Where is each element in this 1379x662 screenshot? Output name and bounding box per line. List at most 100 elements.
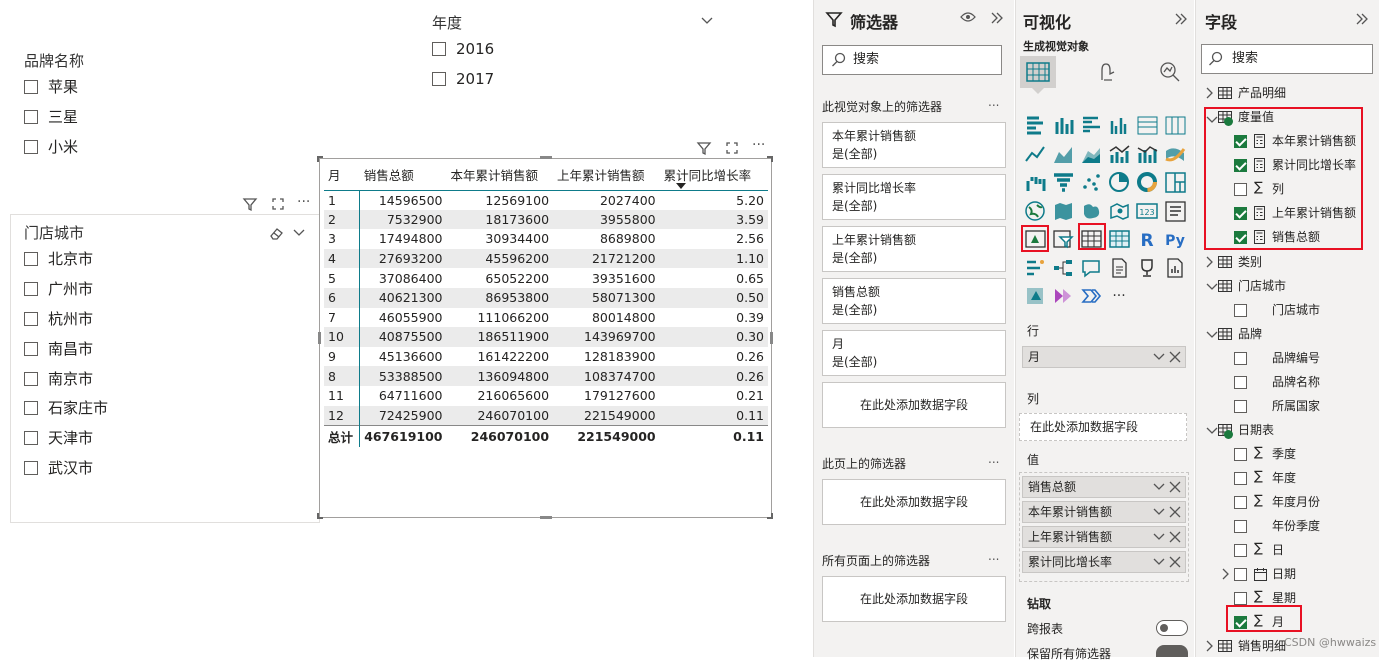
table-row[interactable]: 2 7532900 18173600 3955800 3.59: [324, 209, 768, 230]
chevron-right-icon[interactable]: [1206, 256, 1214, 268]
checkbox[interactable]: [24, 109, 38, 124]
filter-icon[interactable]: [242, 196, 258, 212]
field-checkbox[interactable]: [1234, 352, 1247, 365]
close-icon[interactable]: [1169, 556, 1181, 568]
table-row[interactable]: 7 46055900 111066200 80014800 0.39: [324, 307, 768, 328]
city-item-hangzhou[interactable]: 杭州市: [24, 308, 93, 330]
table-date[interactable]: 日期表: [1238, 420, 1274, 440]
close-icon[interactable]: [1169, 531, 1181, 543]
values-well-item[interactable]: 上年累计销售额: [1022, 526, 1186, 548]
matrix-icon[interactable]: [1108, 228, 1130, 250]
chevron-down-icon[interactable]: [1206, 331, 1218, 339]
format-paintbrush-icon[interactable]: [1094, 60, 1118, 84]
key-influencers-icon[interactable]: [1024, 257, 1046, 279]
city-item-nanchang[interactable]: 南昌市: [24, 338, 93, 360]
close-icon[interactable]: [1169, 351, 1181, 363]
field-date[interactable]: 年份季度: [1272, 516, 1320, 536]
field-checkbox[interactable]: [1234, 376, 1247, 389]
field-date[interactable]: 日期: [1272, 564, 1296, 584]
filters-search-input[interactable]: 搜索: [822, 45, 1002, 75]
chevron-down-icon[interactable]: [1153, 482, 1165, 492]
field-date[interactable]: 年度月份: [1272, 492, 1320, 512]
table-store-city[interactable]: 门店城市: [1238, 276, 1286, 296]
r-visual-icon[interactable]: R: [1136, 228, 1158, 250]
checkbox[interactable]: [432, 71, 446, 86]
azure-map-icon[interactable]: [1108, 200, 1130, 222]
brand-item-xiaomi[interactable]: 小米: [24, 136, 78, 158]
city-item-nanjing[interactable]: 南京市: [24, 368, 93, 390]
checkbox[interactable]: [24, 79, 38, 94]
add-page-filter-dropzone[interactable]: 在此处添加数据字段: [822, 479, 1006, 525]
field-date[interactable]: 年度: [1272, 468, 1296, 488]
clustered-bar-icon[interactable]: [1080, 114, 1102, 136]
power-automate-icon[interactable]: [1052, 285, 1074, 307]
chevron-down-icon[interactable]: [1153, 557, 1165, 567]
col-header-sales[interactable]: 销售总额: [360, 160, 447, 190]
multirow-card-icon[interactable]: [1164, 200, 1186, 222]
table-row[interactable]: 9 45136600 161422200 128183900 0.26: [324, 346, 768, 367]
field-brand[interactable]: 品牌编号: [1272, 348, 1320, 368]
year-item-2017[interactable]: 2017: [432, 68, 494, 90]
arrow-visual-icon[interactable]: [1080, 285, 1102, 307]
field-checkbox[interactable]: [1234, 448, 1247, 461]
checkbox[interactable]: [24, 311, 38, 326]
table-row[interactable]: 3 17494800 30934400 8689800 2.56: [324, 229, 768, 249]
python-visual-icon[interactable]: Py: [1164, 228, 1186, 250]
qa-icon[interactable]: [1080, 257, 1102, 279]
keep-filters-toggle[interactable]: [1156, 645, 1188, 657]
filter-card-growth[interactable]: 累计同比增长率 是(全部): [822, 174, 1006, 220]
chevron-down-icon[interactable]: [292, 228, 306, 238]
table-row[interactable]: 11 64711600 216065600 179127600 0.21: [324, 385, 768, 406]
map-icon[interactable]: [1024, 200, 1046, 222]
card-icon[interactable]: 123: [1136, 200, 1158, 222]
checkbox[interactable]: [24, 460, 38, 475]
chevron-down-icon[interactable]: [1153, 507, 1165, 517]
table-row[interactable]: 8 53388500 136094800 108374700 0.26: [324, 366, 768, 386]
table-row[interactable]: 5 37086400 65052200 39351600 0.65: [324, 268, 768, 288]
table-category[interactable]: 类别: [1238, 252, 1262, 272]
checkbox[interactable]: [432, 41, 446, 56]
table-brand[interactable]: 品牌: [1238, 324, 1262, 344]
col-header-month[interactable]: 月: [324, 160, 360, 190]
checkbox[interactable]: [24, 139, 38, 154]
chevron-right-icon[interactable]: [1206, 640, 1214, 652]
chevron-down-icon[interactable]: [1153, 352, 1165, 362]
checkbox[interactable]: [24, 281, 38, 296]
line-chart-icon[interactable]: [1024, 143, 1046, 165]
decomposition-tree-icon[interactable]: [1052, 257, 1074, 279]
field-brand[interactable]: 所属国家: [1272, 396, 1320, 416]
chevron-down-icon[interactable]: [700, 16, 714, 26]
100-bar-icon[interactable]: [1136, 114, 1158, 136]
col-header-growth[interactable]: 累计同比增长率: [660, 160, 768, 190]
collapse-pane-icon[interactable]: [990, 11, 1004, 25]
100-column-icon[interactable]: [1164, 114, 1186, 136]
year-item-2016[interactable]: 2016: [432, 38, 494, 60]
checkbox[interactable]: [24, 430, 38, 445]
city-item-guangzhou[interactable]: 广州市: [24, 278, 93, 300]
focus-mode-icon[interactable]: [270, 196, 286, 212]
close-icon[interactable]: [1169, 481, 1181, 493]
checkbox[interactable]: [24, 371, 38, 386]
eye-icon[interactable]: [960, 11, 976, 23]
chevron-right-icon[interactable]: [1222, 568, 1230, 580]
resize-handle[interactable]: [770, 332, 773, 344]
shape-map-icon[interactable]: [1080, 200, 1102, 222]
filter-card-sales[interactable]: 销售总额 是(全部): [822, 278, 1006, 324]
values-well-item[interactable]: 累计同比增长率: [1022, 551, 1186, 573]
filter-icon[interactable]: [696, 140, 712, 156]
line-column-icon[interactable]: [1108, 143, 1130, 165]
city-item-shijiazhuang[interactable]: 石家庄市: [24, 397, 108, 419]
more-options-icon[interactable]: ...: [988, 549, 999, 563]
field-checkbox[interactable]: [1234, 496, 1247, 509]
stacked-column-icon[interactable]: [1052, 114, 1074, 136]
pie-chart-icon[interactable]: [1108, 171, 1130, 193]
col-header-prev-ytd[interactable]: 上年累计销售额: [553, 160, 660, 190]
columns-dropzone[interactable]: 在此处添加数据字段: [1019, 413, 1187, 441]
resize-handle[interactable]: [317, 156, 323, 162]
field-date[interactable]: 日: [1272, 540, 1284, 560]
table-row[interactable]: 10 40875500 186511900 143969700 0.30: [324, 327, 768, 347]
treemap-icon[interactable]: [1164, 171, 1186, 193]
filled-map-icon[interactable]: [1052, 200, 1074, 222]
more-options-icon[interactable]: ...: [988, 95, 999, 109]
city-item-beijing[interactable]: 北京市: [24, 248, 93, 270]
